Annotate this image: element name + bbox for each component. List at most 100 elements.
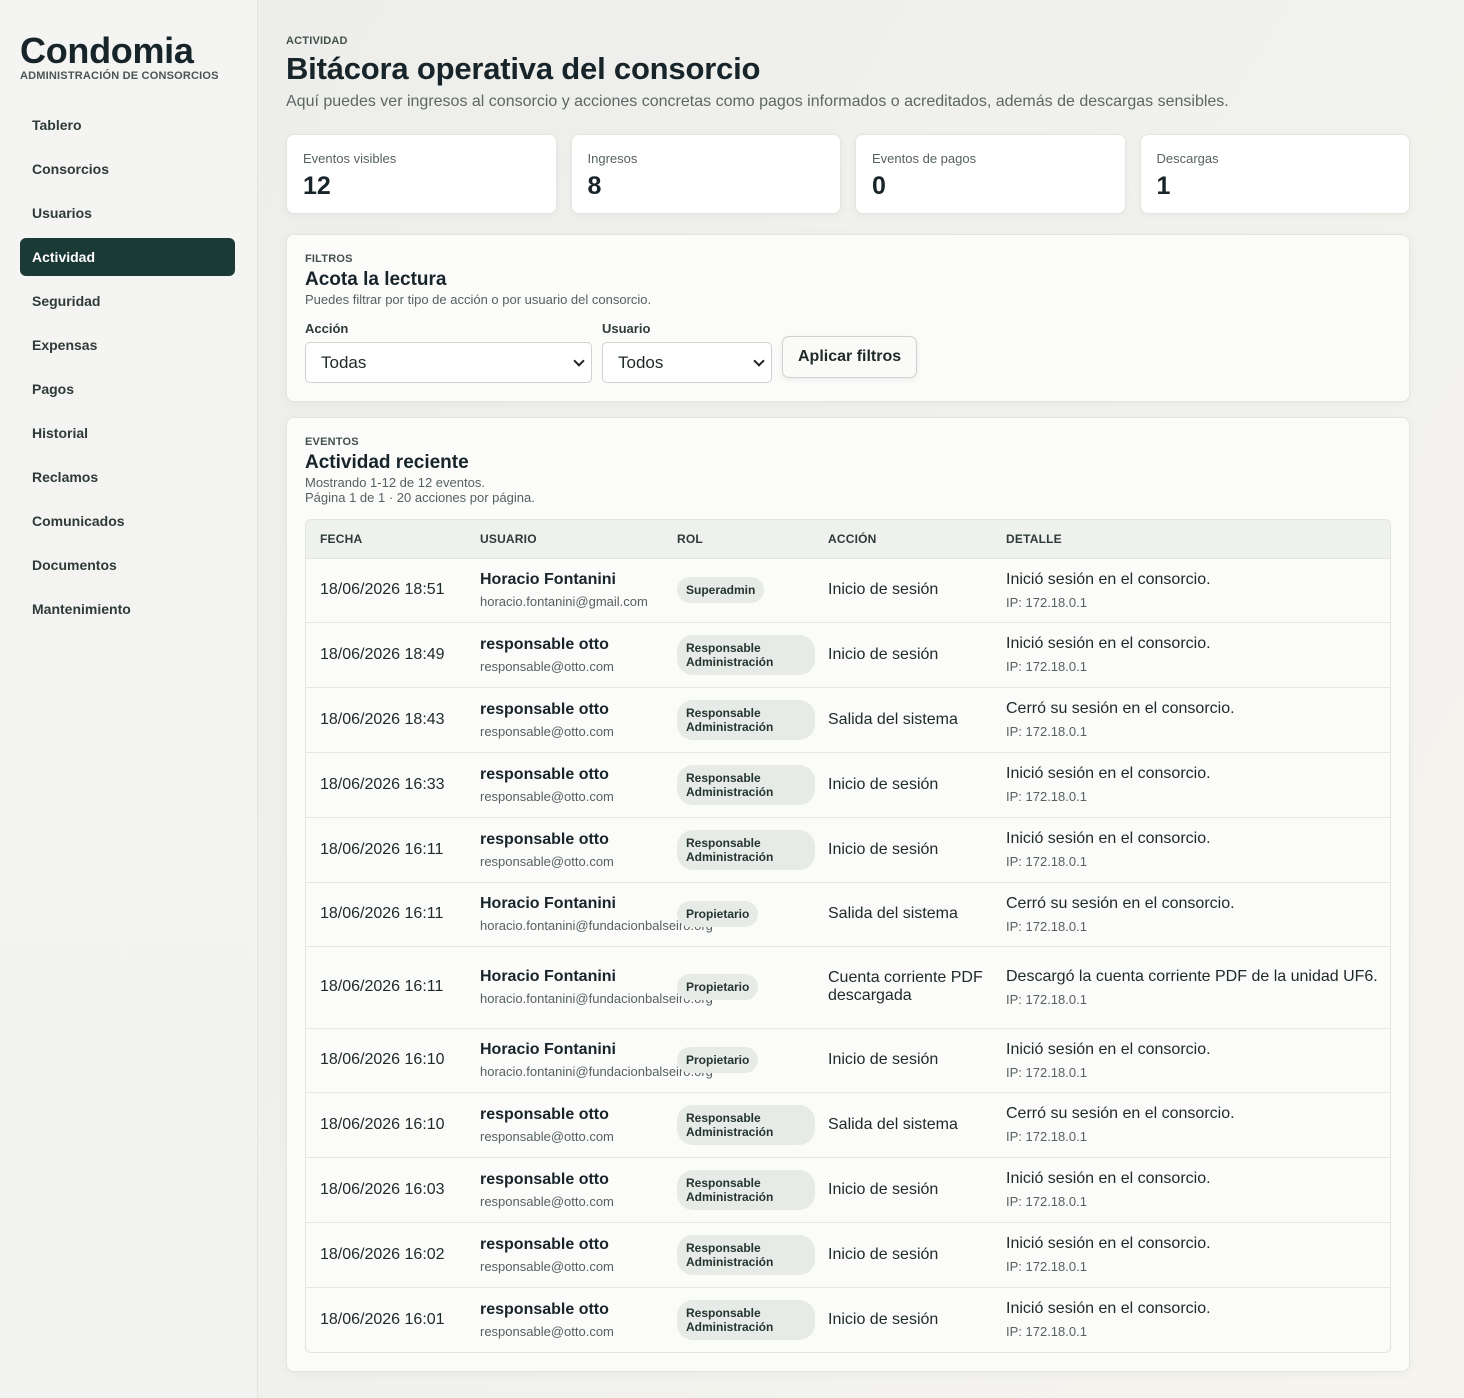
sidebar-item-pagos[interactable]: Pagos	[20, 370, 235, 408]
sidebar-item-expensas[interactable]: Expensas	[20, 326, 235, 364]
table-row[interactable]: 18/06/2026 16:11 Horacio Fontanini horacio…	[306, 882, 1390, 947]
user-name: responsable otto	[480, 700, 609, 718]
user-email: responsable@otto.com	[480, 1258, 614, 1274]
stat-card: Ingresos 8	[570, 134, 841, 214]
sidebar-item-mantenimiento[interactable]: Mantenimiento	[20, 590, 235, 628]
sidebar-item-reclamos[interactable]: Reclamos	[20, 458, 235, 496]
page-eyebrow: ACTIVIDAD	[286, 35, 348, 47]
row-date: 18/06/2026 16:01	[320, 1310, 445, 1328]
detail-ip: IP: 172.18.0.1	[1006, 991, 1087, 1007]
role-badge: Responsable Administración	[677, 634, 815, 675]
role-badge: Responsable Administración	[677, 1234, 815, 1275]
row-user: responsable otto responsable@otto.com	[466, 622, 663, 688]
table-row[interactable]: 18/06/2026 16:03 responsable otto responsa…	[306, 1157, 1390, 1223]
page-title: Bitácora operativa del consorcio	[286, 51, 761, 86]
role-badge: Responsable Administración	[677, 1299, 815, 1340]
detail-text: Inició sesión en el consorcio.	[1006, 830, 1211, 847]
column-header-role: ROL	[663, 520, 814, 559]
detail-ip: IP: 172.18.0.1	[1006, 1064, 1087, 1080]
sidebar-item-usuarios[interactable]: Usuarios	[20, 194, 235, 232]
user-name: responsable otto	[480, 1300, 609, 1318]
role-badge: Responsable Administración	[677, 1169, 815, 1210]
row-role: Responsable Administración	[663, 1222, 815, 1288]
row-role: Responsable Administración	[663, 817, 815, 883]
brand[interactable]: Condomia ADMINISTRACIÓN DE CONSORCIOS	[20, 32, 219, 83]
user-email: responsable@otto.com	[480, 788, 614, 804]
role-badge: Propietario	[677, 901, 759, 927]
table-row[interactable]: 18/06/2026 16:10 Horacio Fontanini horacio…	[306, 1028, 1390, 1093]
row-action: Salida del sistema	[814, 882, 992, 947]
user-select[interactable]: Todos	[602, 342, 772, 383]
page-description: Aquí puedes ver ingresos al consorcio y …	[286, 93, 1229, 110]
row-date: 18/06/2026 16:11	[306, 882, 466, 947]
column-header-detail: DETALLE	[992, 520, 1390, 559]
sidebar-item-comunicados[interactable]: Comunicados	[20, 502, 235, 540]
table-row[interactable]: 18/06/2026 16:11 Horacio Fontanini horacio…	[306, 946, 1390, 1029]
row-action: Inicio de sesión	[814, 1157, 992, 1223]
table-row[interactable]: 18/06/2026 16:01 responsable otto responsa…	[306, 1287, 1390, 1352]
row-action: Inicio de sesión	[814, 752, 992, 818]
sidebar-item-actividad[interactable]: Actividad	[20, 238, 235, 276]
user-email: responsable@otto.com	[480, 1323, 614, 1339]
user-name: responsable otto	[480, 765, 609, 783]
action-label: Acción	[305, 321, 349, 336]
table-row[interactable]: 18/06/2026 18:49 responsable otto responsa…	[306, 622, 1390, 688]
detail-ip: IP: 172.18.0.1	[1006, 1324, 1087, 1340]
row-date: 18/06/2026 16:10	[306, 1092, 466, 1158]
table-header-row: FECHA USUARIO ROL ACCIÓN DETALLE	[306, 520, 1390, 559]
row-user: Horacio Fontanini horacio.fontanini@funda…	[466, 946, 713, 1029]
table-row[interactable]: 18/06/2026 18:43 responsable otto responsa…	[306, 687, 1390, 753]
user-email: horacio.fontanini@fundacionbalseiro.org	[480, 1064, 713, 1079]
sidebar-item-consorcios[interactable]: Consorcios	[20, 150, 235, 188]
table-row[interactable]: 18/06/2026 16:02 responsable otto responsa…	[306, 1222, 1390, 1288]
row-date: 18/06/2026 16:33	[306, 752, 466, 818]
stat-label: Eventos de pagos	[872, 151, 977, 166]
sidebar-item-seguridad[interactable]: Seguridad	[20, 282, 235, 320]
row-date: 18/06/2026 16:11	[306, 946, 466, 1029]
sidebar-item-tablero[interactable]: Tablero	[20, 106, 235, 144]
stat-value: 1	[1156, 172, 1171, 200]
row-date: 18/06/2026 16:11	[306, 817, 466, 883]
stat-value: 12	[303, 172, 331, 200]
row-action: Inicio de sesión	[828, 1310, 939, 1328]
user-field: Usuario Todos	[602, 321, 772, 383]
user-label: Usuario	[602, 321, 651, 336]
filter-row: Acción Todas Usuario Todos Aplicar filtr…	[305, 321, 1391, 383]
row-user: Horacio Fontanini horacio.fontanini@funda…	[466, 882, 713, 947]
action-select[interactable]: Todas	[305, 342, 592, 383]
row-action: Inicio de sesión	[814, 622, 992, 688]
table-row[interactable]: 18/06/2026 16:11 responsable otto responsa…	[306, 817, 1390, 883]
stat-label: Descargas	[1156, 151, 1219, 166]
detail-ip: IP: 172.18.0.1	[1006, 918, 1087, 934]
detail-ip: IP: 172.18.0.1	[1006, 1259, 1087, 1274]
apply-filters-button[interactable]: Aplicar filtros	[782, 336, 918, 378]
user-name: responsable otto	[480, 1105, 609, 1123]
row-role: Superadmin	[663, 558, 814, 623]
action-field: Acción Todas	[305, 321, 592, 383]
row-detail: Cerró su sesión en el consorcio. IP: 172.…	[992, 1092, 1390, 1158]
user-email: responsable@otto.com	[480, 1128, 614, 1144]
user-name: responsable otto	[480, 1235, 609, 1253]
detail-text: Descargó la cuenta corriente PDF de la u…	[1006, 967, 1378, 985]
row-detail: Inició sesión en el consorcio. IP: 172.18…	[992, 622, 1390, 688]
row-action: Salida del sistema	[814, 1092, 992, 1158]
sidebar-item-documentos[interactable]: Documentos	[20, 546, 235, 584]
events-showing: Mostrando 1-12 de 12 eventos.	[305, 475, 485, 490]
user-name: responsable otto	[480, 1170, 609, 1188]
row-date: 18/06/2026 16:02	[306, 1222, 466, 1288]
role-badge: Propietario	[677, 974, 759, 1000]
detail-ip: IP: 172.18.0.1	[1006, 789, 1087, 804]
detail-text: Inició sesión en el consorcio.	[1006, 1300, 1211, 1318]
table-row[interactable]: 18/06/2026 18:51 Horacio Fontanini horacio…	[306, 558, 1390, 623]
stat-value: 0	[872, 172, 886, 200]
user-email: horacio.fontanini@gmail.com	[480, 594, 648, 609]
user-name: Horacio Fontanini	[480, 968, 616, 985]
row-detail: Inició sesión en el consorcio. IP: 172.18…	[992, 1222, 1390, 1288]
row-role: Responsable Administración	[663, 1092, 815, 1158]
table-row[interactable]: 18/06/2026 16:33 responsable otto responsa…	[306, 752, 1390, 818]
chevron-down-icon	[753, 354, 765, 367]
table-row[interactable]: 18/06/2026 16:10 responsable otto responsa…	[306, 1092, 1390, 1158]
detail-ip: IP: 172.18.0.1	[1006, 594, 1087, 610]
sidebar-item-historial[interactable]: Historial	[20, 414, 235, 452]
row-action: Inicio de sesión	[814, 558, 992, 623]
